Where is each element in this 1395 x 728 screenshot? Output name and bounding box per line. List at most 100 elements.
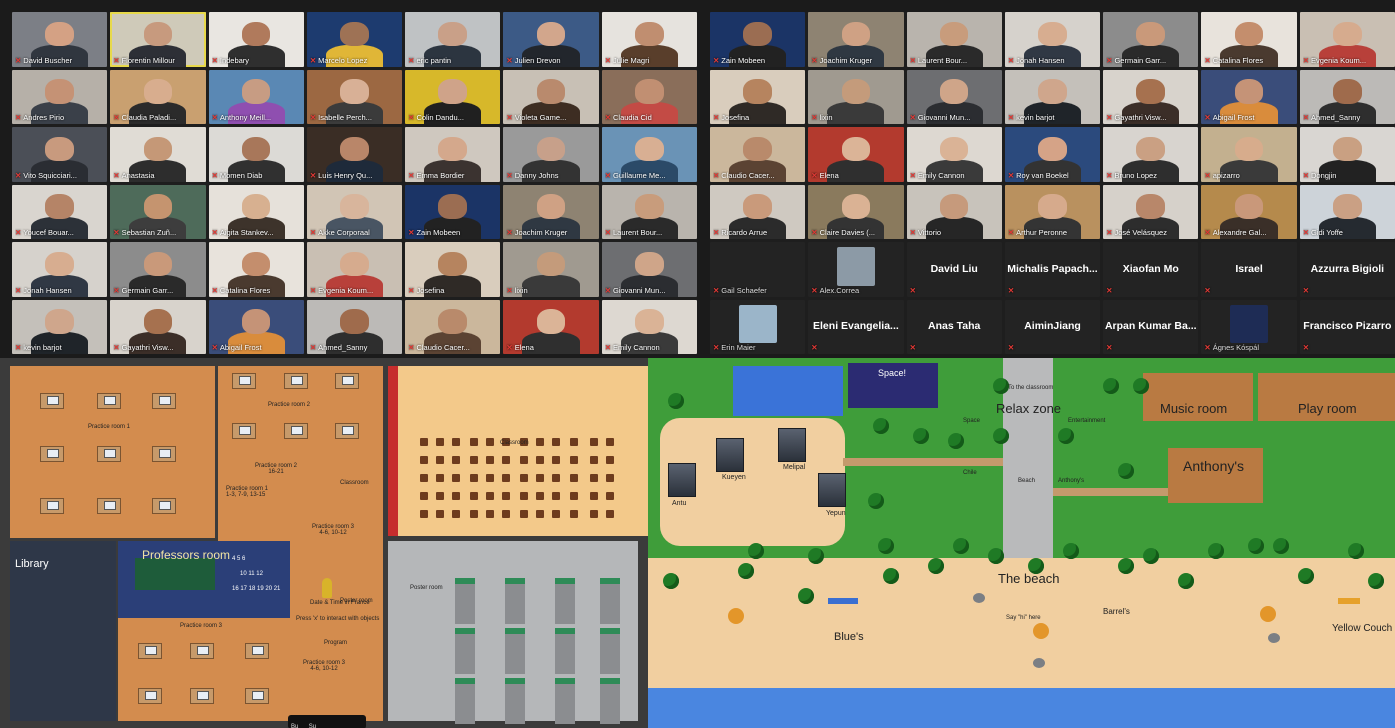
video-tile[interactable]: ✕ Roy van Boekel xyxy=(1004,127,1101,182)
video-tile[interactable]: ✕ Josefina xyxy=(405,242,501,297)
video-tile[interactable]: ✕ Claire Davies (... xyxy=(808,184,904,239)
video-tile[interactable]: ✕ kevin barjot xyxy=(1004,69,1101,124)
video-tile[interactable]: ✕ Elena xyxy=(808,127,904,182)
poster-board[interactable] xyxy=(455,628,475,674)
video-tile[interactable]: ✕ Andres Pirio xyxy=(12,69,108,124)
video-tile[interactable]: ✕ Germain Garr... xyxy=(110,242,206,297)
video-tile[interactable]: ✕ Abigail Frost xyxy=(1201,69,1297,124)
toolbar-item-0[interactable]: Bu xyxy=(291,724,298,728)
clock-icon[interactable] xyxy=(322,578,332,598)
video-tile[interactable]: ✕ Marcelo Lopez xyxy=(306,12,403,67)
video-tile[interactable]: ✕ Ahmed_Sanny xyxy=(306,299,403,354)
video-tile[interactable]: ✕ Ahmed_Sanny xyxy=(1299,69,1395,124)
telescope-antu[interactable] xyxy=(668,463,696,497)
video-tile[interactable]: ✕ Isabelle Perch... xyxy=(306,69,403,124)
video-tile[interactable]: ✕ Catalina Flores xyxy=(208,242,304,297)
video-tile[interactable]: ✕ Danny Johns xyxy=(503,127,599,182)
poster-board[interactable] xyxy=(505,628,525,674)
video-tile[interactable]: Anas Taha ✕ xyxy=(906,299,1002,354)
video-tile[interactable]: ✕ Guillaume Me... xyxy=(601,127,697,182)
video-tile[interactable]: ✕ David Buscher xyxy=(12,12,108,67)
video-tile[interactable]: ✕ Youcef Bouar... xyxy=(12,184,108,239)
video-tile[interactable]: ✕ Joachim Kruger xyxy=(808,12,904,67)
video-tile[interactable]: ✕ Ricardo Arrue xyxy=(710,184,806,239)
map-campus[interactable]: Practice room 1 Practice room 2 Practice… xyxy=(0,358,648,728)
video-tile[interactable]: ✕ Arthur Peronne xyxy=(1004,184,1101,239)
video-tile[interactable]: ✕ Vito Squicciari... xyxy=(12,127,108,182)
video-tile[interactable]: ✕ Laurent Bour... xyxy=(906,12,1002,67)
video-tile[interactable]: ✕ lixin xyxy=(503,242,599,297)
video-tile[interactable]: ✕ Elena xyxy=(503,299,599,354)
poster-board[interactable] xyxy=(555,628,575,674)
video-tile[interactable]: ✕ Emily Cannon xyxy=(601,299,697,354)
video-tile[interactable]: ✕ Alex.Correa xyxy=(808,242,904,297)
video-tile[interactable]: ✕ Claudia Cid xyxy=(601,69,697,124)
video-tile[interactable]: ✕ Momen Diab xyxy=(208,127,304,182)
video-tile[interactable]: AiminJiang ✕ xyxy=(1004,299,1101,354)
video-tile[interactable]: ✕ apizarro xyxy=(1201,127,1297,182)
video-tile[interactable]: Azzurra Bigioli ✕ xyxy=(1299,242,1395,297)
video-tile[interactable]: ✕ Gidi Yoffe xyxy=(1299,184,1395,239)
video-tile[interactable]: ✕ Alexandre Gal... xyxy=(1201,184,1297,239)
video-tile[interactable]: Israel ✕ xyxy=(1201,242,1297,297)
video-tile[interactable]: ✕ Claudio Cacer... xyxy=(710,127,806,182)
video-tile[interactable]: ✕ eric pantin xyxy=(405,12,501,67)
poster-board[interactable] xyxy=(600,628,620,674)
video-tile[interactable]: Francisco Pizarro ✕ xyxy=(1299,299,1395,354)
video-tile[interactable]: ✕ Vittorio xyxy=(906,184,1002,239)
video-tile[interactable]: ✕ Ágnes Kóspál xyxy=(1201,299,1297,354)
video-tile[interactable]: David Liu ✕ xyxy=(906,242,1002,297)
video-tile[interactable]: ✕ Evgenia Koum... xyxy=(306,242,403,297)
video-tile[interactable]: ✕ Gail Schaefer xyxy=(710,242,806,297)
poster-board[interactable] xyxy=(555,678,575,724)
telescope-melipal[interactable] xyxy=(778,428,806,462)
video-tile[interactable]: ✕ kevin barjot xyxy=(12,299,108,354)
poster-board[interactable] xyxy=(555,578,575,624)
video-tile[interactable]: ✕ Zain Mobeen xyxy=(405,184,501,239)
video-tile[interactable]: ✕ Bruno Lopez xyxy=(1103,127,1199,182)
video-tile[interactable]: ✕ Giovanni Mun... xyxy=(601,242,697,297)
poster-board[interactable] xyxy=(600,578,620,624)
poster-board[interactable] xyxy=(505,578,525,624)
map-toolbar[interactable]: Bu Su xyxy=(288,715,366,728)
poster-board[interactable] xyxy=(455,678,475,724)
poster-board[interactable] xyxy=(505,678,525,724)
video-tile[interactable]: ✕ Akke Corporaal xyxy=(306,184,403,239)
video-tile[interactable]: ✕ Jonah Hansen xyxy=(12,242,108,297)
video-tile[interactable]: ✕ Dongjin xyxy=(1299,127,1395,182)
video-tile[interactable]: ✕ Indebary xyxy=(208,12,304,67)
video-tile[interactable]: ✕ Giovanni Mun... xyxy=(906,69,1002,124)
video-tile[interactable]: ✕ Julie Magri xyxy=(601,12,697,67)
video-tile[interactable]: ✕ Claudio Cacer... xyxy=(405,299,501,354)
video-tile[interactable]: ✕ Anthony Meill... xyxy=(208,69,304,124)
video-tile[interactable]: ✕ Erin Maier xyxy=(710,299,806,354)
video-tile[interactable]: ✕ Abigail Frost xyxy=(208,299,304,354)
video-tile[interactable]: Arpan Kumar Ba... ✕ xyxy=(1103,299,1199,354)
video-tile[interactable]: ✕ Evgenia Koum... xyxy=(1299,12,1395,67)
video-tile[interactable]: ✕ Gayathri Visw... xyxy=(110,299,206,354)
video-tile[interactable]: ✕ Sebastian Zuñ... xyxy=(110,184,206,239)
video-tile[interactable]: ✕ Jonah Hansen xyxy=(1004,12,1101,67)
video-tile[interactable]: ✕ Aigita Stankev... xyxy=(208,184,304,239)
video-tile[interactable]: ✕ Anastasia xyxy=(110,127,206,182)
video-tile[interactable]: ✕ José Velásquez xyxy=(1103,184,1199,239)
yellow-couch[interactable] xyxy=(1338,598,1360,604)
video-tile[interactable]: ✕ Luis Henry Qu... xyxy=(306,127,403,182)
video-tile[interactable]: Eleni Evangelia... ✕ xyxy=(808,299,904,354)
video-tile[interactable]: ✕ Emma Bordier xyxy=(405,127,501,182)
video-tile[interactable]: ✕ lixin xyxy=(808,69,904,124)
blue-couch[interactable] xyxy=(828,598,858,604)
video-tile[interactable]: ✕ Josefina xyxy=(710,69,806,124)
video-tile[interactable]: ✕ Colin Dandu... xyxy=(405,69,501,124)
video-tile[interactable]: ✕ Emily Cannon xyxy=(906,127,1002,182)
poster-board[interactable] xyxy=(455,578,475,624)
video-tile[interactable]: ✕ Germain Garr... xyxy=(1103,12,1199,67)
video-tile[interactable]: ✕ Claudia Paladi... xyxy=(110,69,206,124)
video-tile[interactable]: ✕ Florentin Millour xyxy=(110,12,206,67)
video-tile[interactable]: ✕ Joachim Kruger xyxy=(503,184,599,239)
video-tile[interactable]: Michalis Papach... ✕ xyxy=(1004,242,1101,297)
telescope-yepun[interactable] xyxy=(818,473,846,507)
toolbar-item-1[interactable]: Su xyxy=(309,724,316,728)
map-beach[interactable]: Space! To the classroom Relax zone Space… xyxy=(648,358,1395,728)
video-tile[interactable]: ✕ Catalina Flores xyxy=(1201,12,1297,67)
